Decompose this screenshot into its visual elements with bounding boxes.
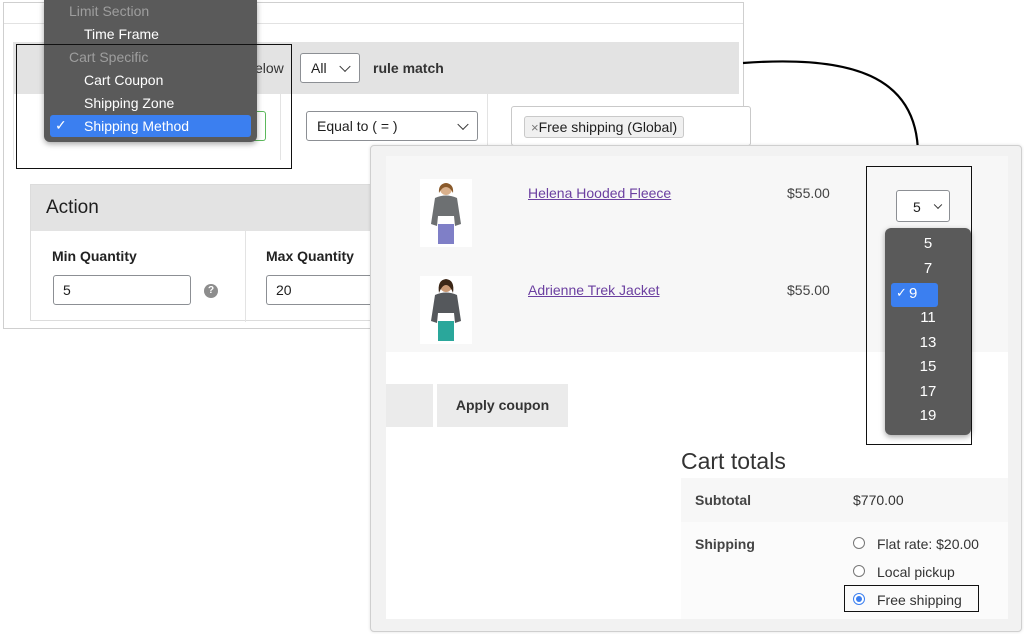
max-quantity-value: 20 bbox=[276, 282, 292, 298]
min-quantity-label: Min Quantity bbox=[52, 248, 137, 264]
max-quantity-input[interactable]: 20 bbox=[266, 275, 386, 305]
action-section: Action Min Quantity 5 ? Max Quantity 20 bbox=[30, 184, 386, 322]
shipping-option-radio[interactable] bbox=[853, 565, 865, 577]
action-title: Action bbox=[31, 185, 374, 231]
match-type-value: All bbox=[311, 60, 327, 76]
rule-match-label: rule match bbox=[373, 60, 444, 76]
shipping-method-multiselect[interactable]: ×Free shipping (Global) bbox=[511, 106, 751, 146]
apply-coupon-button[interactable]: Apply coupon bbox=[437, 384, 568, 427]
shipping-option-radio[interactable] bbox=[853, 537, 865, 549]
subtotal-row: Subtotal $770.00 bbox=[681, 478, 1008, 522]
subtotal-value: $770.00 bbox=[853, 492, 904, 508]
operator-value: Equal to ( = ) bbox=[317, 118, 398, 134]
cart-totals-title: Cart totals bbox=[681, 448, 786, 474]
shipping-label: Shipping bbox=[695, 536, 755, 552]
arrow-line bbox=[742, 60, 920, 156]
remove-token-icon[interactable]: × bbox=[531, 120, 539, 135]
highlight-box bbox=[16, 44, 292, 169]
product-photo-icon bbox=[431, 279, 461, 341]
shipping-option-label[interactable]: Local pickup bbox=[877, 564, 955, 580]
shipping-option-label[interactable]: Flat rate: $20.00 bbox=[877, 536, 979, 552]
column-divider bbox=[245, 231, 246, 322]
operator-select[interactable]: Equal to ( = ) bbox=[306, 111, 478, 141]
menu-group-limit-section: Limit Section bbox=[69, 3, 150, 19]
highlight-box bbox=[844, 585, 979, 612]
product-photo-icon bbox=[431, 183, 461, 244]
product-price: $55.00 bbox=[787, 282, 830, 298]
selected-token[interactable]: ×Free shipping (Global) bbox=[524, 116, 685, 138]
product-thumbnail[interactable] bbox=[420, 179, 472, 247]
max-quantity-label: Max Quantity bbox=[266, 248, 354, 264]
highlight-box bbox=[866, 166, 972, 445]
product-link[interactable]: Adrienne Trek Jacket bbox=[528, 282, 660, 298]
product-thumbnail[interactable] bbox=[420, 276, 472, 344]
coupon-code-input[interactable] bbox=[386, 384, 433, 427]
match-type-select[interactable]: All bbox=[300, 53, 360, 83]
min-quantity-value: 5 bbox=[63, 282, 71, 298]
chevron-down-icon bbox=[339, 60, 351, 73]
help-icon[interactable]: ? bbox=[204, 284, 218, 298]
subtotal-label: Subtotal bbox=[695, 492, 751, 508]
chevron-down-icon bbox=[457, 118, 469, 131]
min-quantity-input[interactable]: 5 bbox=[53, 275, 191, 305]
token-label: Free shipping (Global) bbox=[538, 119, 678, 135]
menu-item-time-frame[interactable]: Time Frame bbox=[84, 26, 159, 42]
product-link[interactable]: Helena Hooded Fleece bbox=[528, 185, 671, 201]
product-price: $55.00 bbox=[787, 185, 830, 201]
